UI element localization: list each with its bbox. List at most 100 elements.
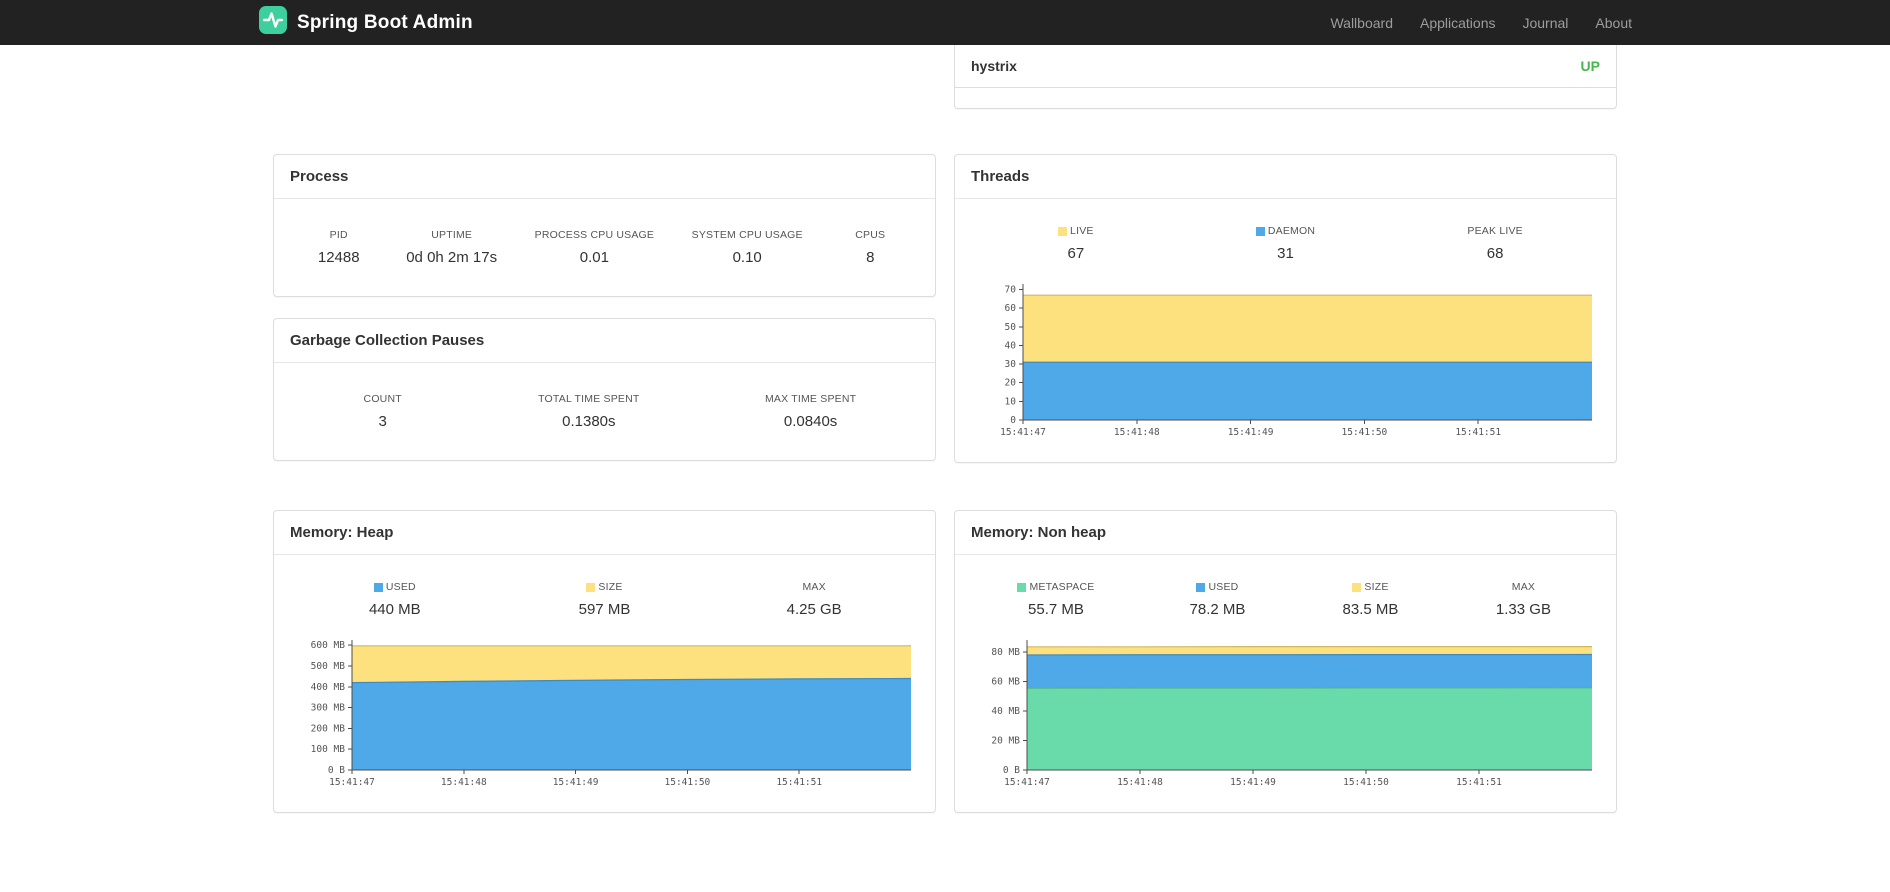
stat-label: PID <box>329 229 348 241</box>
legend-used: USED 78.2 MB <box>1187 581 1247 618</box>
heap-panel: Memory: Heap USED 440 MB SIZE 597 MB MAX… <box>273 510 936 813</box>
stat-value: 0.10 <box>732 249 762 266</box>
legend-size: SIZE 83.5 MB <box>1340 581 1400 618</box>
svg-text:15:41:47: 15:41:47 <box>1000 427 1046 438</box>
heap-chart: 0 B 100 MB 200 MB 300 MB 400 MB 500 MB 600 MB 1… <box>290 634 919 792</box>
legend-swatch-live <box>1058 226 1068 236</box>
svg-text:0 B: 0 B <box>328 765 345 776</box>
legend-metaspace: METASPACE 55.7 MB <box>1017 581 1094 618</box>
nonheap-panel: Memory: Non heap METASPACE 55.7 MB USED <box>954 510 1617 813</box>
legend-swatch-size <box>586 582 596 592</box>
stat-peak-live: PEAK LIVE 68 <box>1465 225 1525 262</box>
navbar-container: Spring Boot Admin Wallboard Applications… <box>258 5 1632 40</box>
svg-text:70: 70 <box>1005 285 1017 296</box>
stat-label: SYSTEM CPU USAGE <box>691 229 803 241</box>
nav-item-wallboard[interactable]: Wallboard <box>1330 15 1393 31</box>
stat-label-text: USED <box>1208 581 1239 593</box>
stat-value: 8 <box>866 249 875 266</box>
svg-text:200 MB: 200 MB <box>311 723 346 734</box>
svg-text:15:41:47: 15:41:47 <box>329 777 375 788</box>
svg-text:15:41:49: 15:41:49 <box>1228 427 1274 438</box>
nav-item-journal[interactable]: Journal <box>1522 15 1568 31</box>
stat-label: SIZE <box>1340 581 1400 593</box>
panel-title: Memory: Non heap <box>971 524 1107 541</box>
nav-item-applications[interactable]: Applications <box>1420 15 1496 31</box>
gc-panel-header: Garbage Collection Pauses <box>274 319 935 363</box>
svg-text:15:41:51: 15:41:51 <box>776 777 822 788</box>
stat-value: 440 MB <box>368 601 421 618</box>
brand-logo-icon <box>258 5 288 40</box>
stat-label-text: SIZE <box>1364 581 1389 593</box>
heap-legend: USED 440 MB SIZE 597 MB MAX 4.25 GB <box>274 555 935 618</box>
stat-label: CPUS <box>855 229 886 241</box>
stat-gc-max-time: MAX TIME SPENT 0.0840s <box>765 393 856 430</box>
stat-label: PEAK LIVE <box>1467 225 1523 237</box>
stat-value: 597 MB <box>578 601 631 618</box>
stat-gc-count: COUNT 3 <box>353 393 413 430</box>
nonheap-legend: METASPACE 55.7 MB USED 78.2 MB SIZE 83.5… <box>955 555 1616 618</box>
svg-text:15:41:48: 15:41:48 <box>1114 427 1160 438</box>
stat-label-text: DAEMON <box>1267 225 1316 237</box>
stat-value: 0.1380s <box>562 413 616 430</box>
nonheap-chart: 0 B 20 MB 40 MB 60 MB 80 MB 15:41:47 15:41:48 1… <box>971 634 1600 792</box>
svg-text:15:41:51: 15:41:51 <box>1455 427 1501 438</box>
stat-cpus: CPUS 8 <box>840 229 900 266</box>
stat-label-text: LIVE <box>1070 225 1094 237</box>
stat-label-text: USED <box>385 581 416 593</box>
nav-links: Wallboard Applications Journal About <box>1330 15 1632 31</box>
svg-text:15:41:50: 15:41:50 <box>665 777 711 788</box>
svg-text:60: 60 <box>1005 303 1017 314</box>
stat-value: 78.2 MB <box>1189 601 1246 618</box>
svg-text:80 MB: 80 MB <box>991 647 1020 658</box>
nav-item-about[interactable]: About <box>1595 15 1632 31</box>
gc-panel: Garbage Collection Pauses COUNT 3 TOTAL … <box>273 318 936 461</box>
svg-text:15:41:49: 15:41:49 <box>553 777 599 788</box>
stat-label: PROCESS CPU USAGE <box>534 229 655 241</box>
svg-text:60 MB: 60 MB <box>991 676 1020 687</box>
svg-text:600 MB: 600 MB <box>311 640 346 651</box>
svg-text:20: 20 <box>1005 378 1017 389</box>
stat-label: USED <box>1187 581 1247 593</box>
legend-size: SIZE 597 MB <box>574 581 634 618</box>
stat-label: SIZE <box>574 581 634 593</box>
svg-text:15:41:51: 15:41:51 <box>1456 777 1502 788</box>
svg-text:20 MB: 20 MB <box>991 735 1020 746</box>
stat-value: 31 <box>1277 245 1294 262</box>
stat-max: MAX 1.33 GB <box>1493 581 1553 618</box>
brand-title: Spring Boot Admin <box>297 11 473 33</box>
stat-uptime: UPTIME 0d 0h 2m 17s <box>406 229 497 266</box>
stat-label: LIVE <box>1046 225 1106 237</box>
top-left-spacer <box>273 45 936 109</box>
legend-swatch-size <box>1352 582 1362 592</box>
svg-text:15:41:50: 15:41:50 <box>1342 427 1388 438</box>
brand-link[interactable]: Spring Boot Admin <box>258 5 473 40</box>
legend-swatch-metaspace <box>1017 582 1027 592</box>
threads-chart: 0 10 20 30 40 50 60 70 15:41:47 15:41:48 15:41:49 1… <box>971 278 1600 442</box>
stat-label-text: SIZE <box>598 581 623 593</box>
svg-text:100 MB: 100 MB <box>311 744 346 755</box>
health-panel: hystrix UP <box>954 45 1617 109</box>
stat-value: 4.25 GB <box>786 601 842 618</box>
stat-label: TOTAL TIME SPENT <box>538 393 640 405</box>
svg-text:0 B: 0 B <box>1003 765 1020 776</box>
process-panel-header: Process <box>274 155 935 199</box>
stat-value: 68 <box>1486 245 1504 262</box>
stat-system-cpu: SYSTEM CPU USAGE 0.10 <box>692 229 803 266</box>
svg-text:10: 10 <box>1005 396 1017 407</box>
panel-title: Garbage Collection Pauses <box>290 332 485 349</box>
panel-title: Memory: Heap <box>290 524 394 541</box>
stat-gc-total-time: TOTAL TIME SPENT 0.1380s <box>538 393 639 430</box>
stat-label: UPTIME <box>431 229 473 241</box>
panel-title: Process <box>290 168 349 185</box>
stat-value: 3 <box>378 413 387 430</box>
heap-panel-header: Memory: Heap <box>274 511 935 555</box>
stat-pid: PID 12488 <box>309 229 369 266</box>
main-content: hystrix UP Process PID 12488 UPTIME 0d 0… <box>273 45 1617 813</box>
svg-text:15:41:48: 15:41:48 <box>1117 777 1163 788</box>
legend-swatch-used <box>1196 582 1206 592</box>
svg-text:40: 40 <box>1005 340 1017 351</box>
threads-panel: Threads LIVE 67 DAEMON 31 PEAK LIVE 68 0… <box>954 154 1617 463</box>
stat-value: 1.33 GB <box>1495 601 1551 618</box>
legend-swatch-daemon <box>1255 226 1265 236</box>
svg-text:0: 0 <box>1010 415 1016 426</box>
